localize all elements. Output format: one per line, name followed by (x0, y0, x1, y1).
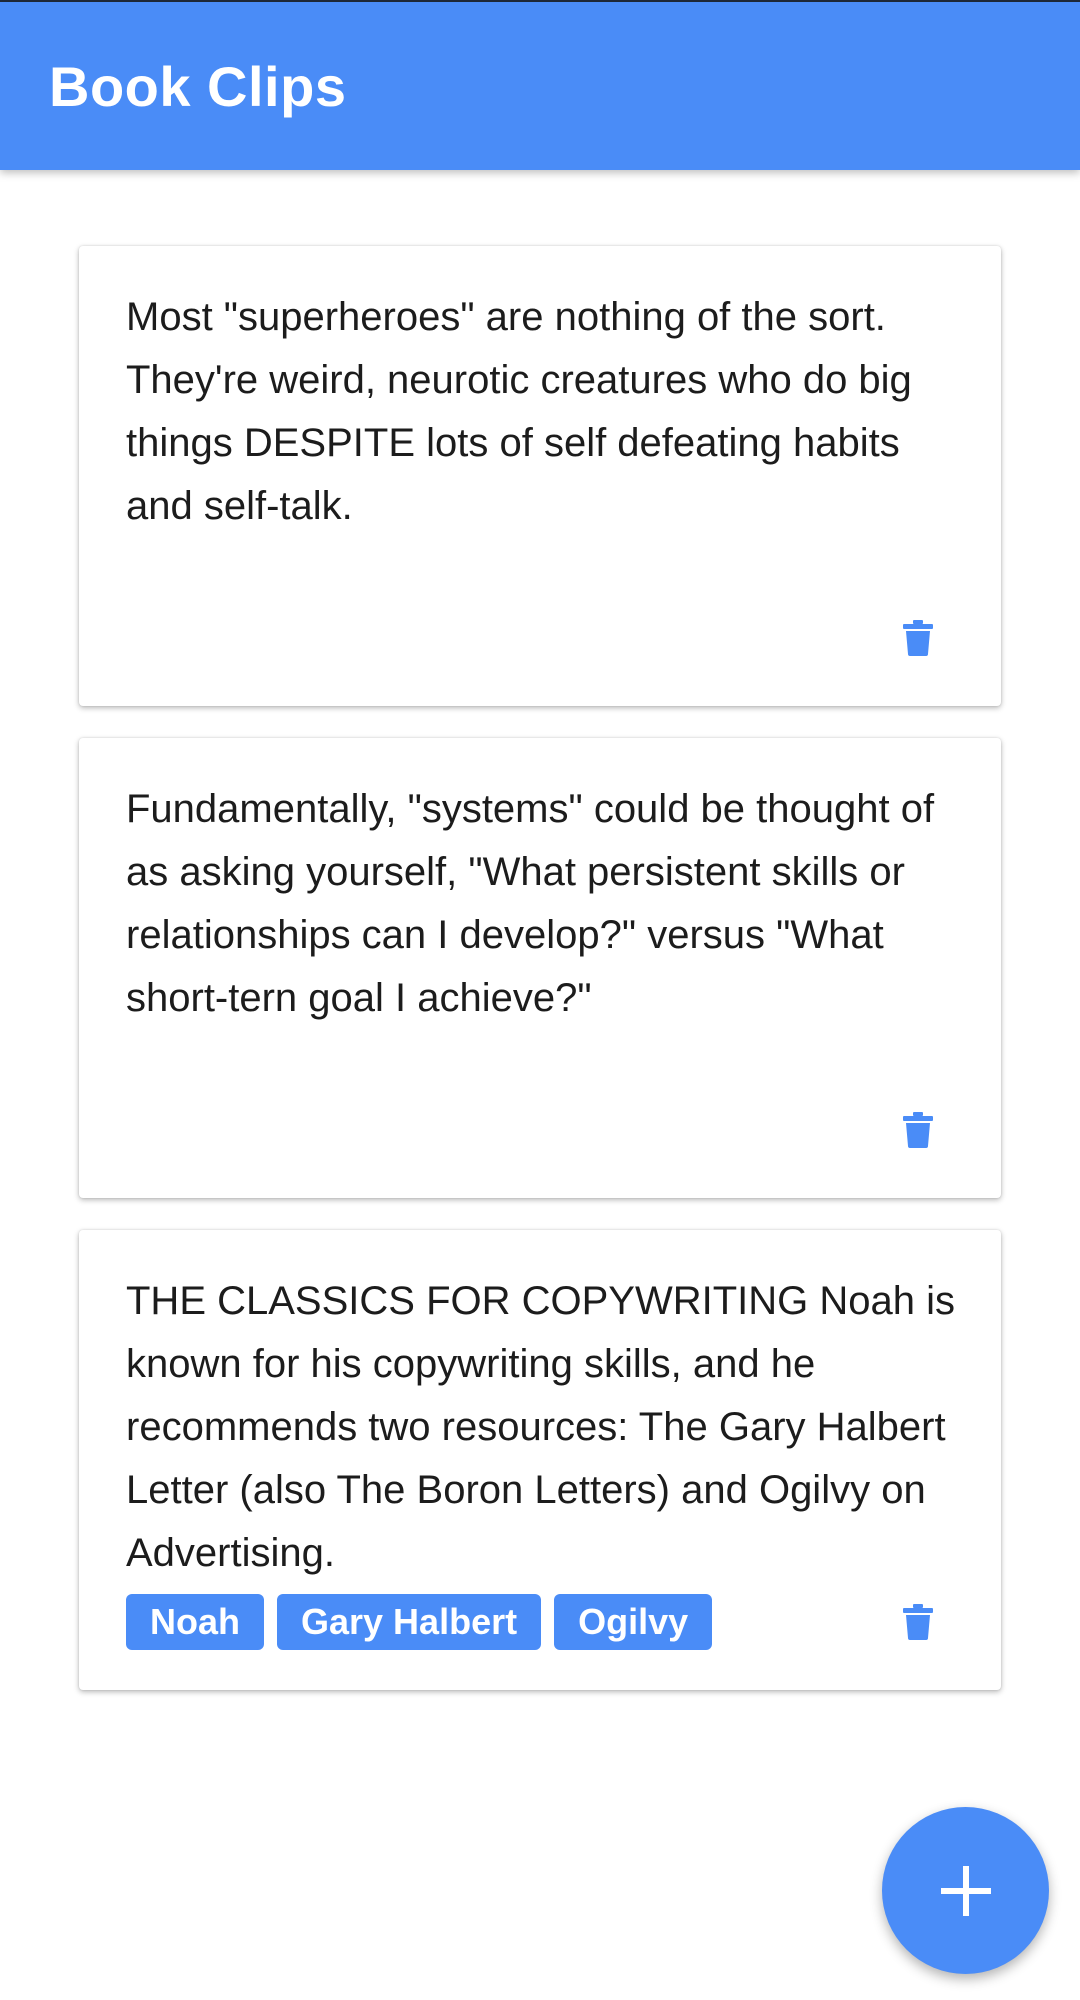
clip-text: Fundamentally, "systems" could be though… (126, 787, 935, 1020)
add-clip-button[interactable] (882, 1807, 1049, 1974)
trash-icon (903, 1112, 933, 1148)
card-footer (126, 610, 954, 666)
tag-chip-noah[interactable]: Noah (126, 1594, 264, 1650)
clip-list: Most "superheroes" are nothing of the so… (0, 0, 1080, 2000)
trash-icon (903, 1604, 933, 1640)
delete-button[interactable] (890, 610, 946, 666)
clip-card[interactable]: Most "superheroes" are nothing of the so… (79, 246, 1001, 706)
trash-icon (903, 620, 933, 656)
plus-icon (940, 1865, 991, 1916)
tag-chip-ogilvy[interactable]: Ogilvy (554, 1594, 713, 1650)
tag-list: Noah Gary Halbert Ogilvy (126, 1594, 713, 1650)
delete-button[interactable] (890, 1594, 946, 1650)
tag-chip-gary-halbert[interactable]: Gary Halbert (277, 1594, 542, 1650)
app-title: Book Clips (49, 55, 347, 118)
clip-text: Most "superheroes" are nothing of the so… (126, 295, 912, 528)
delete-button[interactable] (890, 1102, 946, 1158)
clip-card[interactable]: Fundamentally, "systems" could be though… (79, 738, 1001, 1198)
card-footer (126, 1102, 954, 1158)
clip-text: THE CLASSICS FOR COPYWRITING Noah is kno… (126, 1279, 956, 1575)
clip-card[interactable]: THE CLASSICS FOR COPYWRITING Noah is kno… (79, 1230, 1001, 1690)
card-footer: Noah Gary Halbert Ogilvy (126, 1594, 954, 1650)
app-bar: Book Clips (0, 2, 1080, 170)
